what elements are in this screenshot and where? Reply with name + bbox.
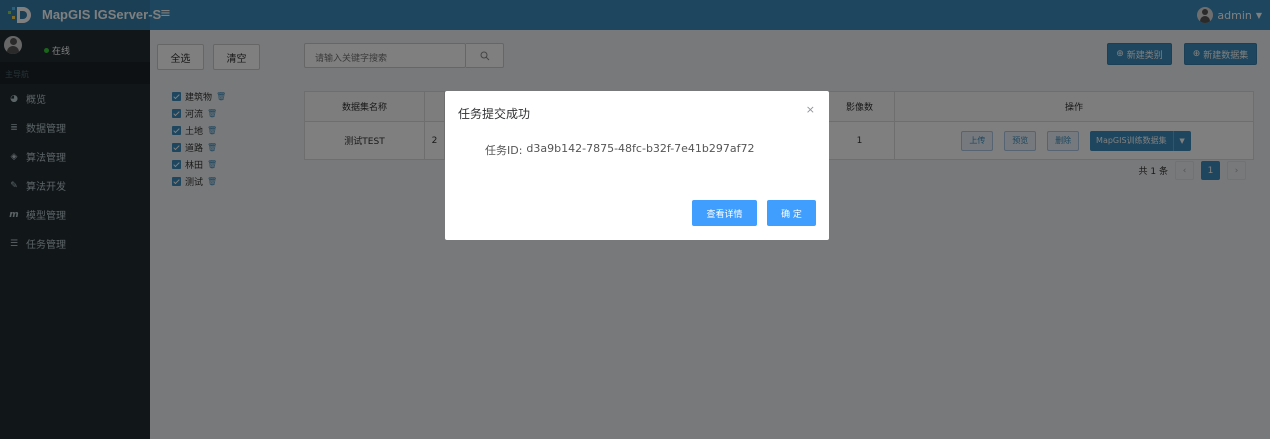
task-id-label: 任务ID:	[485, 144, 523, 157]
confirm-button[interactable]: 确 定	[767, 200, 816, 226]
view-details-button[interactable]: 查看详情	[692, 200, 757, 226]
close-icon[interactable]: ×	[806, 103, 815, 116]
task-submitted-dialog: 任务提交成功 × 任务ID: d3a9b142-7875-48fc-b32f-7…	[445, 91, 829, 240]
dialog-body: 任务ID: d3a9b142-7875-48fc-b32f-7e41b297af…	[485, 142, 755, 158]
dialog-title: 任务提交成功	[458, 107, 531, 121]
task-id-value: d3a9b142-7875-48fc-b32f-7e41b297af72	[526, 142, 755, 155]
